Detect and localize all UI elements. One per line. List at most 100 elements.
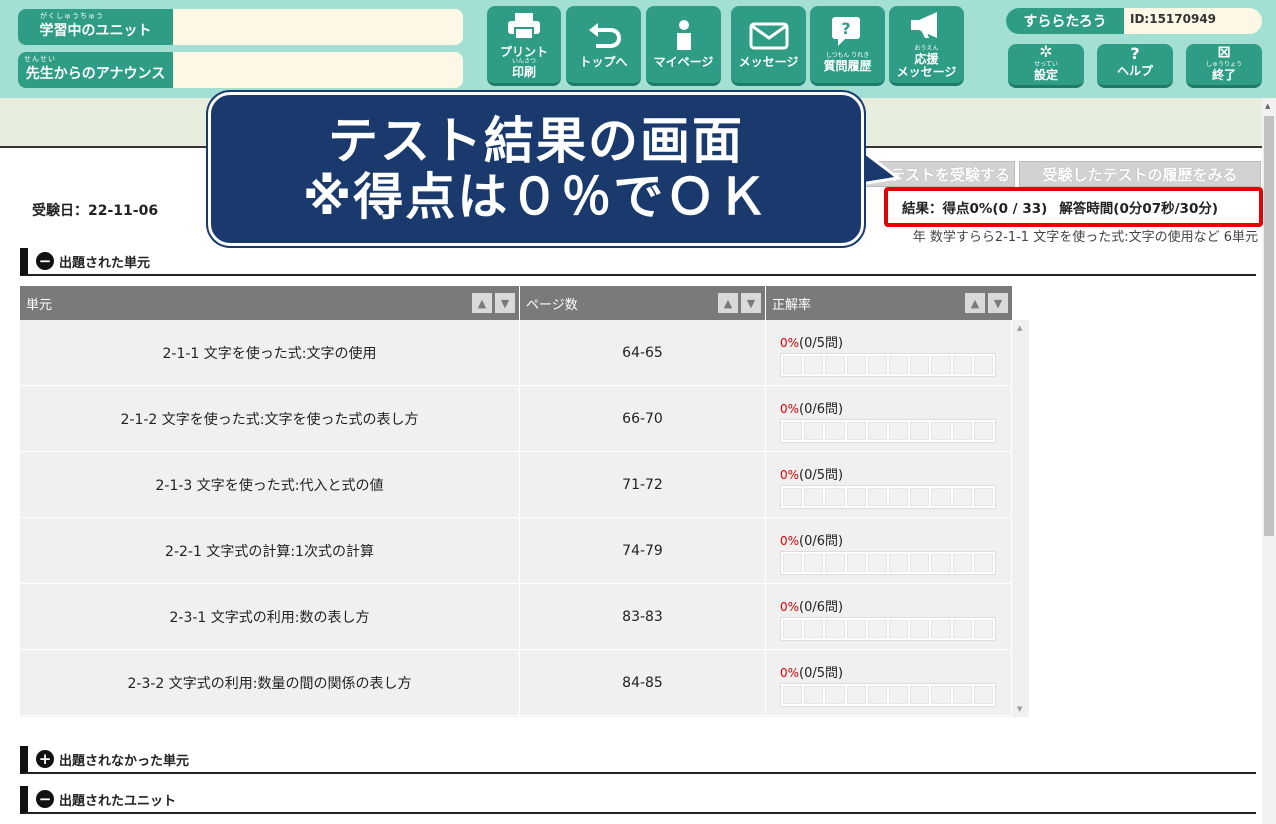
sort-asc-icon[interactable]: ▲ xyxy=(718,293,738,313)
cheer-message-button[interactable]: おうえん 応援 メッセージ xyxy=(889,6,964,86)
question-icon: ? xyxy=(1130,44,1140,64)
help-button[interactable]: ? ヘルプ xyxy=(1097,44,1173,88)
progress-segment xyxy=(889,686,909,704)
scroll-up-icon[interactable]: ▲ xyxy=(1265,102,1270,110)
user-name: すららたろう xyxy=(1006,8,1124,34)
progress-segment xyxy=(846,356,866,374)
progress-segment xyxy=(889,554,909,572)
progress-segment xyxy=(846,686,866,704)
progress-segment xyxy=(804,488,824,506)
progress-segment xyxy=(867,620,888,638)
progress-segment xyxy=(804,422,824,440)
scroll-down-icon[interactable]: ▼ xyxy=(1017,705,1022,713)
unit-name-cell: 2-3-2 文字式の利用:数量の間の関係の表し方 xyxy=(20,650,520,716)
progress-segment xyxy=(973,488,994,506)
progress-segment xyxy=(952,620,972,638)
section-tested-lessons[interactable]: − 出題されたユニット xyxy=(20,786,1256,814)
progress-segment xyxy=(867,488,888,506)
section-untested-units[interactable]: + 出題されなかった単元 xyxy=(20,746,1256,774)
accuracy-bar xyxy=(780,683,996,707)
accuracy-text: 0%(0/6問) xyxy=(780,600,844,615)
accuracy-bar xyxy=(780,353,996,377)
question-bubble-icon: ? xyxy=(831,17,860,47)
test-history-button[interactable]: 受験したテストの履歴をみる xyxy=(1019,161,1261,187)
mypage-button[interactable]: マイページ xyxy=(646,6,721,86)
quit-button[interactable]: ⊠ しゅうりょう 終了 xyxy=(1186,41,1262,88)
progress-segment xyxy=(952,422,972,440)
envelope-icon xyxy=(749,22,788,50)
progress-segment xyxy=(867,356,888,374)
progress-segment xyxy=(783,620,803,638)
accuracy-bar xyxy=(780,617,996,641)
annotation-callout: テスト結果の画面 ※得点は０％でＯＫ xyxy=(208,92,864,246)
progress-segment xyxy=(804,620,824,638)
progress-segment xyxy=(910,488,930,506)
progress-segment xyxy=(783,686,803,704)
exam-date: 受験日：22-11-06 xyxy=(32,203,159,219)
table-row: 2-1-3 文字を使った式:代入と式の値 71-72 0%(0/5問) xyxy=(20,452,1012,518)
current-unit-field: がくしゅうちゅう 学習中のユニット xyxy=(18,9,463,45)
progress-segment xyxy=(931,686,951,704)
accuracy-text: 0%(0/5問) xyxy=(780,468,844,483)
sort-asc-icon[interactable]: ▲ xyxy=(965,293,985,313)
user-info: すららたろう ID:15170949 xyxy=(1006,8,1262,34)
question-history-button[interactable]: ? しつもん りれき 質問履歴 xyxy=(810,6,885,86)
pages-cell: 83-83 xyxy=(520,584,766,650)
progress-segment xyxy=(783,488,803,506)
message-button[interactable]: メッセージ xyxy=(731,6,806,86)
return-arrow-icon xyxy=(588,22,621,48)
print-button[interactable]: プリント いんさつ 印刷 xyxy=(487,6,561,86)
expand-icon[interactable]: + xyxy=(36,750,54,768)
progress-segment xyxy=(931,422,951,440)
accuracy-text: 0%(0/5問) xyxy=(780,336,844,351)
settings-button[interactable]: ✲ せってい 設定 xyxy=(1008,43,1084,88)
course-name: 年 数学すらら2-1-1 文字を使った式:文字の使用など 6単元 xyxy=(912,230,1258,245)
progress-segment xyxy=(867,686,888,704)
progress-segment xyxy=(889,620,909,638)
progress-segment xyxy=(931,356,951,374)
collapse-icon[interactable]: − xyxy=(36,790,54,808)
progress-segment xyxy=(973,686,994,704)
progress-segment xyxy=(952,488,972,506)
scroll-up-icon[interactable]: ▲ xyxy=(1017,324,1022,332)
progress-segment xyxy=(973,356,994,374)
progress-segment xyxy=(889,356,909,374)
progress-segment xyxy=(867,554,888,572)
unit-name-cell: 2-2-1 文字式の計算:1次式の計算 xyxy=(20,518,520,584)
table-row: 2-2-1 文字式の計算:1次式の計算 74-79 0%(0/6問) xyxy=(20,518,1012,584)
progress-segment xyxy=(825,422,845,440)
table-row: 2-1-1 文字を使った式:文字の使用 64-65 0%(0/5問) xyxy=(20,320,1012,386)
sort-desc-icon[interactable]: ▼ xyxy=(741,293,761,313)
accuracy-cell: 0%(0/5問) xyxy=(766,452,1012,518)
progress-segment xyxy=(846,554,866,572)
sort-desc-icon[interactable]: ▼ xyxy=(988,293,1008,313)
progress-segment xyxy=(931,620,951,638)
pages-cell: 64-65 xyxy=(520,320,766,386)
progress-segment xyxy=(825,554,845,572)
column-accuracy: 正解率 ▲ ▼ xyxy=(766,286,1012,320)
top-button[interactable]: トップへ xyxy=(566,6,641,86)
progress-segment xyxy=(846,422,866,440)
printer-icon xyxy=(508,13,540,41)
accuracy-bar xyxy=(780,485,996,509)
svg-text:?: ? xyxy=(841,19,850,38)
progress-segment xyxy=(783,356,803,374)
progress-segment xyxy=(952,686,972,704)
current-unit-label: がくしゅうちゅう 学習中のユニット xyxy=(18,9,173,45)
progress-segment xyxy=(846,488,866,506)
progress-segment xyxy=(931,554,951,572)
page-scrollbar[interactable]: ▲ xyxy=(1262,98,1276,824)
progress-segment xyxy=(910,554,930,572)
collapse-icon[interactable]: − xyxy=(36,252,54,270)
announcement-label: せんせい 先生からのアナウンス xyxy=(18,52,173,88)
close-icon: ⊠ xyxy=(1217,41,1231,61)
result-summary: 結果：得点0%(0 / 33) 解答時間(0分07秒/30分) xyxy=(884,187,1263,227)
section-tested-units[interactable]: − 出題された単元 xyxy=(20,248,1256,276)
sort-asc-icon[interactable]: ▲ xyxy=(472,293,492,313)
sort-desc-icon[interactable]: ▼ xyxy=(495,293,515,313)
scrollbar-thumb[interactable] xyxy=(1264,116,1274,536)
progress-segment xyxy=(952,356,972,374)
unit-name-cell: 2-3-1 文字式の利用:数の表し方 xyxy=(20,584,520,650)
table-row: 2-3-2 文字式の利用:数量の間の関係の表し方 84-85 0%(0/5問) xyxy=(20,650,1012,716)
table-scrollbar[interactable]: ▲ ▼ xyxy=(1013,320,1029,717)
